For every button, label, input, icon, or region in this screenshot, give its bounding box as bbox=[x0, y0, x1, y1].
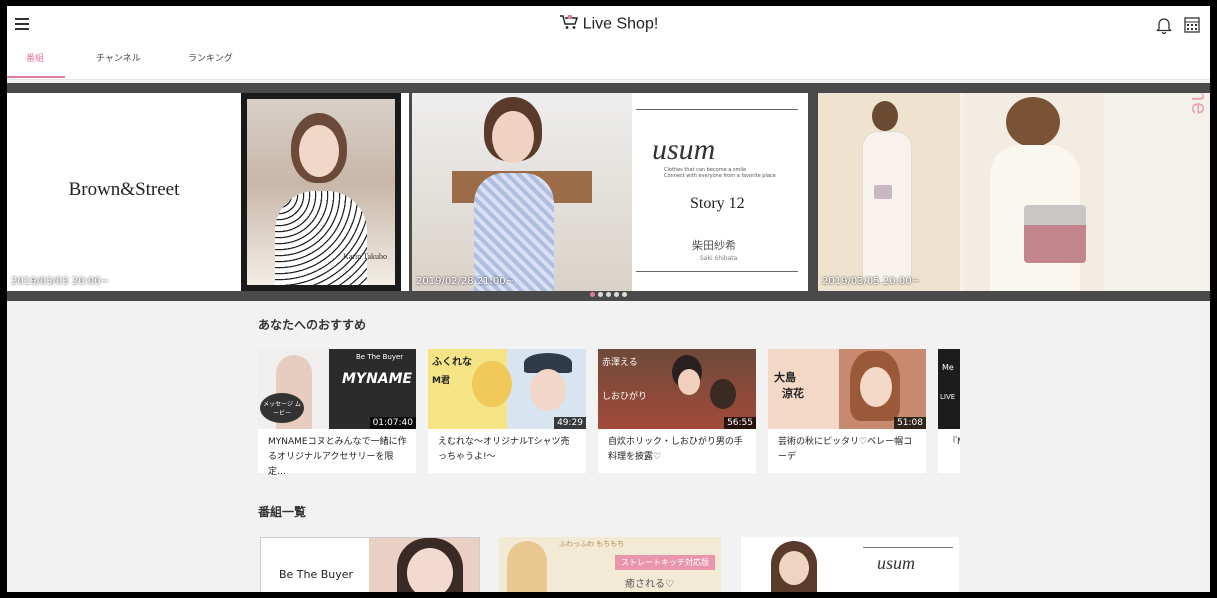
video-title: 『M #1 bbox=[948, 437, 960, 447]
recommend-heading: あなたへのおすすめ bbox=[258, 318, 367, 332]
app-title[interactable]: Live Shop! bbox=[7, 14, 1210, 35]
program-tile[interactable]: Be The Buyer bbox=[260, 537, 480, 592]
app-frame: Live Shop! 番組 チャンネル ランキング Brown&Street K… bbox=[7, 6, 1210, 592]
video-duration: 56:55 bbox=[724, 417, 756, 429]
carousel-dot[interactable] bbox=[590, 292, 595, 297]
model-caption: Karin Takubo bbox=[343, 252, 387, 261]
video-card[interactable]: Me LIVE 『M #1 bbox=[938, 349, 960, 473]
calendar-icon[interactable] bbox=[1184, 16, 1200, 34]
video-duration: 51:08 bbox=[894, 417, 926, 429]
video-duration: 49:29 bbox=[554, 417, 586, 429]
carousel-dot[interactable] bbox=[606, 292, 611, 297]
video-thumbnail: 大島 涼花 51:08 bbox=[768, 349, 926, 429]
video-title: 自炊ホリック・しおひがり男の手料理を披露♡ bbox=[608, 437, 743, 462]
video-thumbnail: ふくれな M君 49:29 bbox=[428, 349, 586, 429]
video-card[interactable]: 赤澤える しおひがり 56:55 自炊ホリック・しおひがり男の手料理を披露♡ bbox=[598, 349, 756, 473]
video-card[interactable]: Be The Buyer MYNAME メッセージ ムービー 01:07:40 … bbox=[258, 349, 416, 477]
carousel-dot[interactable] bbox=[614, 292, 619, 297]
talent-name-en: Saki Shibata bbox=[700, 255, 738, 262]
program-tile[interactable]: usum bbox=[741, 537, 959, 592]
video-card[interactable]: 大島 涼花 51:08 芸術の秋にピッタリ♡ベレー帽コーデ bbox=[768, 349, 926, 473]
video-duration: 01:07:40 bbox=[369, 417, 416, 429]
usum-tagline: Clothes that can become a smile Connect … bbox=[664, 167, 776, 179]
video-thumbnail: 赤澤える しおひがり 56:55 bbox=[598, 349, 756, 429]
program-tile[interactable]: ふわっふわ もちもち ストレートキッチ対応版 癒される♡ bbox=[499, 537, 721, 592]
carousel-dots bbox=[7, 282, 1210, 301]
video-title: 芸術の秋にピッタリ♡ベレー帽コーデ bbox=[778, 437, 913, 462]
featured-carousel: Brown&Street Karin Takubo 2019/03/03 20:… bbox=[7, 83, 1210, 301]
program-list-heading: 番組一覧 bbox=[258, 505, 307, 519]
slide-brand: Brown&Street bbox=[68, 179, 180, 200]
model-photo-full bbox=[818, 93, 960, 291]
model-photo-closeup bbox=[964, 93, 1104, 291]
video-card[interactable]: ふくれな M君 49:29 えむれな～オリジナルTシャツ売っちゃうよ!～ bbox=[428, 349, 586, 473]
recommend-list: Be The Buyer MYNAME メッセージ ムービー 01:07:40 … bbox=[258, 349, 960, 479]
tab-programs[interactable]: 番組 bbox=[26, 51, 44, 64]
cart-icon bbox=[559, 14, 579, 35]
model-photo bbox=[412, 93, 632, 291]
carousel-dot[interactable] bbox=[598, 292, 603, 297]
app-title-text: Live Shop! bbox=[582, 15, 659, 33]
active-tab-indicator bbox=[7, 76, 65, 78]
video-title: MYNAMEコヌとみんなで一緒に作るオリジナルアクセサリーを限定… bbox=[268, 437, 407, 477]
carousel-slide-2[interactable]: usum Clothes that can become a smile Con… bbox=[412, 93, 808, 291]
carousel-dot[interactable] bbox=[622, 292, 627, 297]
top-header: Live Shop! bbox=[7, 6, 1210, 46]
talent-name-jp: 柴田紗希 bbox=[692, 239, 736, 252]
cherish-me-logo: Cherish me bbox=[1186, 93, 1210, 123]
tab-ranking[interactable]: ランキング bbox=[188, 51, 233, 64]
usum-logo: usum bbox=[652, 133, 716, 166]
tab-channels[interactable]: チャンネル bbox=[96, 51, 141, 64]
tab-bar: 番組 チャンネル ランキング bbox=[7, 46, 1210, 80]
bell-icon[interactable] bbox=[1156, 16, 1172, 34]
model-photo: Karin Takubo bbox=[241, 93, 401, 291]
video-thumbnail: Me LIVE bbox=[938, 349, 960, 429]
carousel-slide-1[interactable]: Brown&Street Karin Takubo 2019/03/03 20:… bbox=[7, 93, 409, 291]
video-thumbnail: Be The Buyer MYNAME メッセージ ムービー 01:07:40 bbox=[258, 349, 416, 429]
story-number: Story 12 bbox=[690, 195, 745, 212]
video-title: えむれな～オリジナルTシャツ売っちゃうよ!～ bbox=[438, 437, 570, 462]
carousel-slide-3[interactable]: Cherish me 2019/03/05 20:00~ bbox=[818, 93, 1210, 291]
